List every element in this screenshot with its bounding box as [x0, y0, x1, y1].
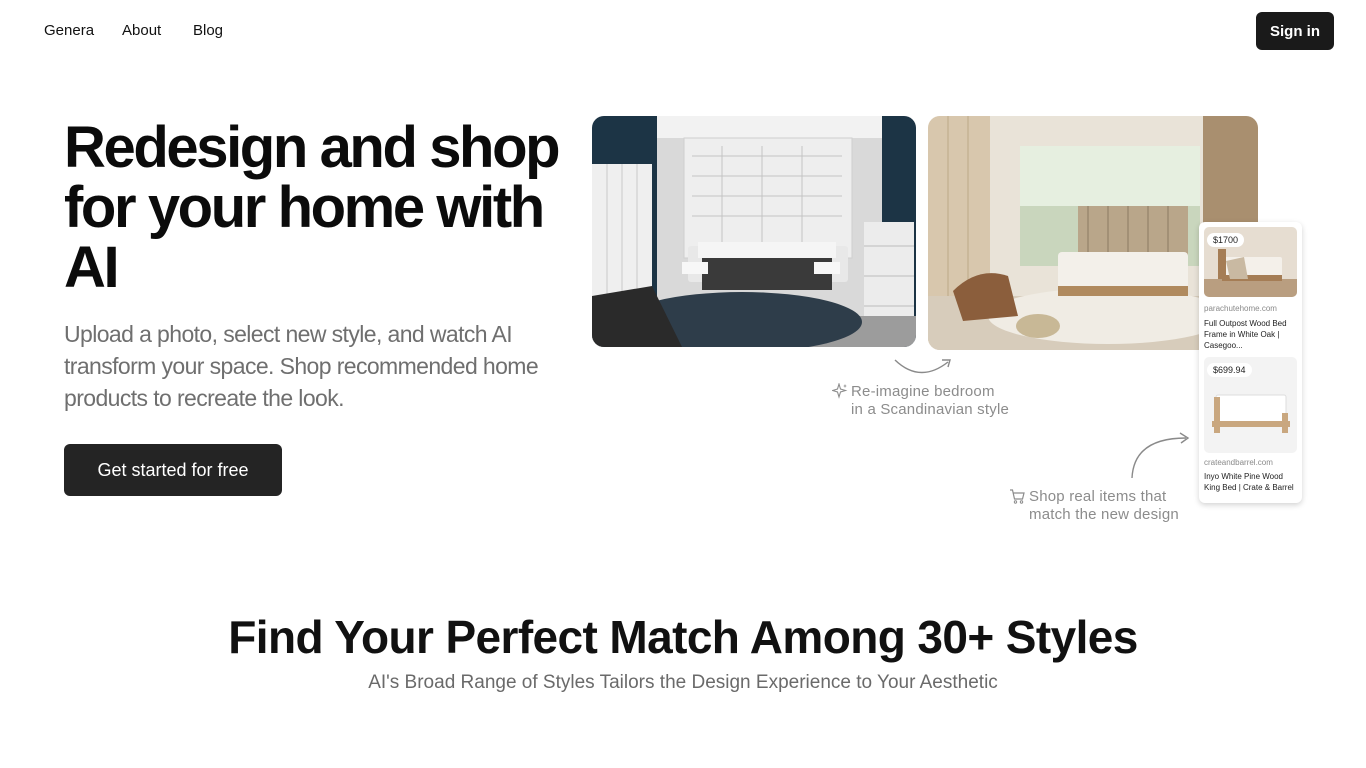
sparkle-icon — [830, 382, 848, 404]
curved-arrow-icon — [894, 359, 951, 374]
hero-subtitle: Upload a photo, select new style, and wa… — [64, 321, 539, 411]
get-started-button[interactable]: Get started for free — [64, 444, 282, 496]
product-title-2[interactable]: Inyo White Pine Wood King Bed | Crate & … — [1204, 471, 1297, 493]
product-price-1: $1700 — [1207, 233, 1245, 247]
nav-link-blog[interactable]: Blog — [193, 22, 223, 40]
styles-section-subtitle: AI's Broad Range of Styles Tailors the D… — [368, 672, 998, 693]
before-bedroom-image — [592, 116, 916, 347]
reimagine-line-2: in a Scandinavian style — [851, 401, 1010, 418]
curved-arrow-up-icon — [1131, 432, 1190, 479]
reimagine-line-1: Re-imagine bedroom — [851, 383, 995, 400]
hero-title: Redesign and shop for your home with AI — [64, 115, 561, 300]
reimagine-note: Re-imagine bedroom in a Scandinavian sty… — [830, 382, 1052, 423]
product-domain-1: parachutehome.com — [1204, 304, 1277, 313]
product-domain-2: crateandbarrel.com — [1204, 458, 1273, 467]
shop-line-2: match the new design — [1029, 506, 1179, 523]
nav-link-genera[interactable]: Genera — [44, 22, 94, 40]
styles-section-title: Find Your Perfect Match Among 30+ Styles — [228, 611, 1138, 663]
nav-link-about[interactable]: About — [122, 22, 161, 40]
cart-icon — [1009, 488, 1026, 510]
shop-note: Shop real items that match the new desig… — [1009, 488, 1209, 528]
shop-line-1: Shop real items that — [1029, 488, 1167, 505]
sign-in-button[interactable]: Sign in — [1256, 12, 1334, 50]
product-title-1[interactable]: Full Outpost Wood Bed Frame in White Oak… — [1204, 318, 1297, 351]
product-price-2: $699.94 — [1207, 363, 1252, 377]
product-card-stack: $1700 parachutehome.com Full Outpost Woo… — [1199, 222, 1302, 503]
